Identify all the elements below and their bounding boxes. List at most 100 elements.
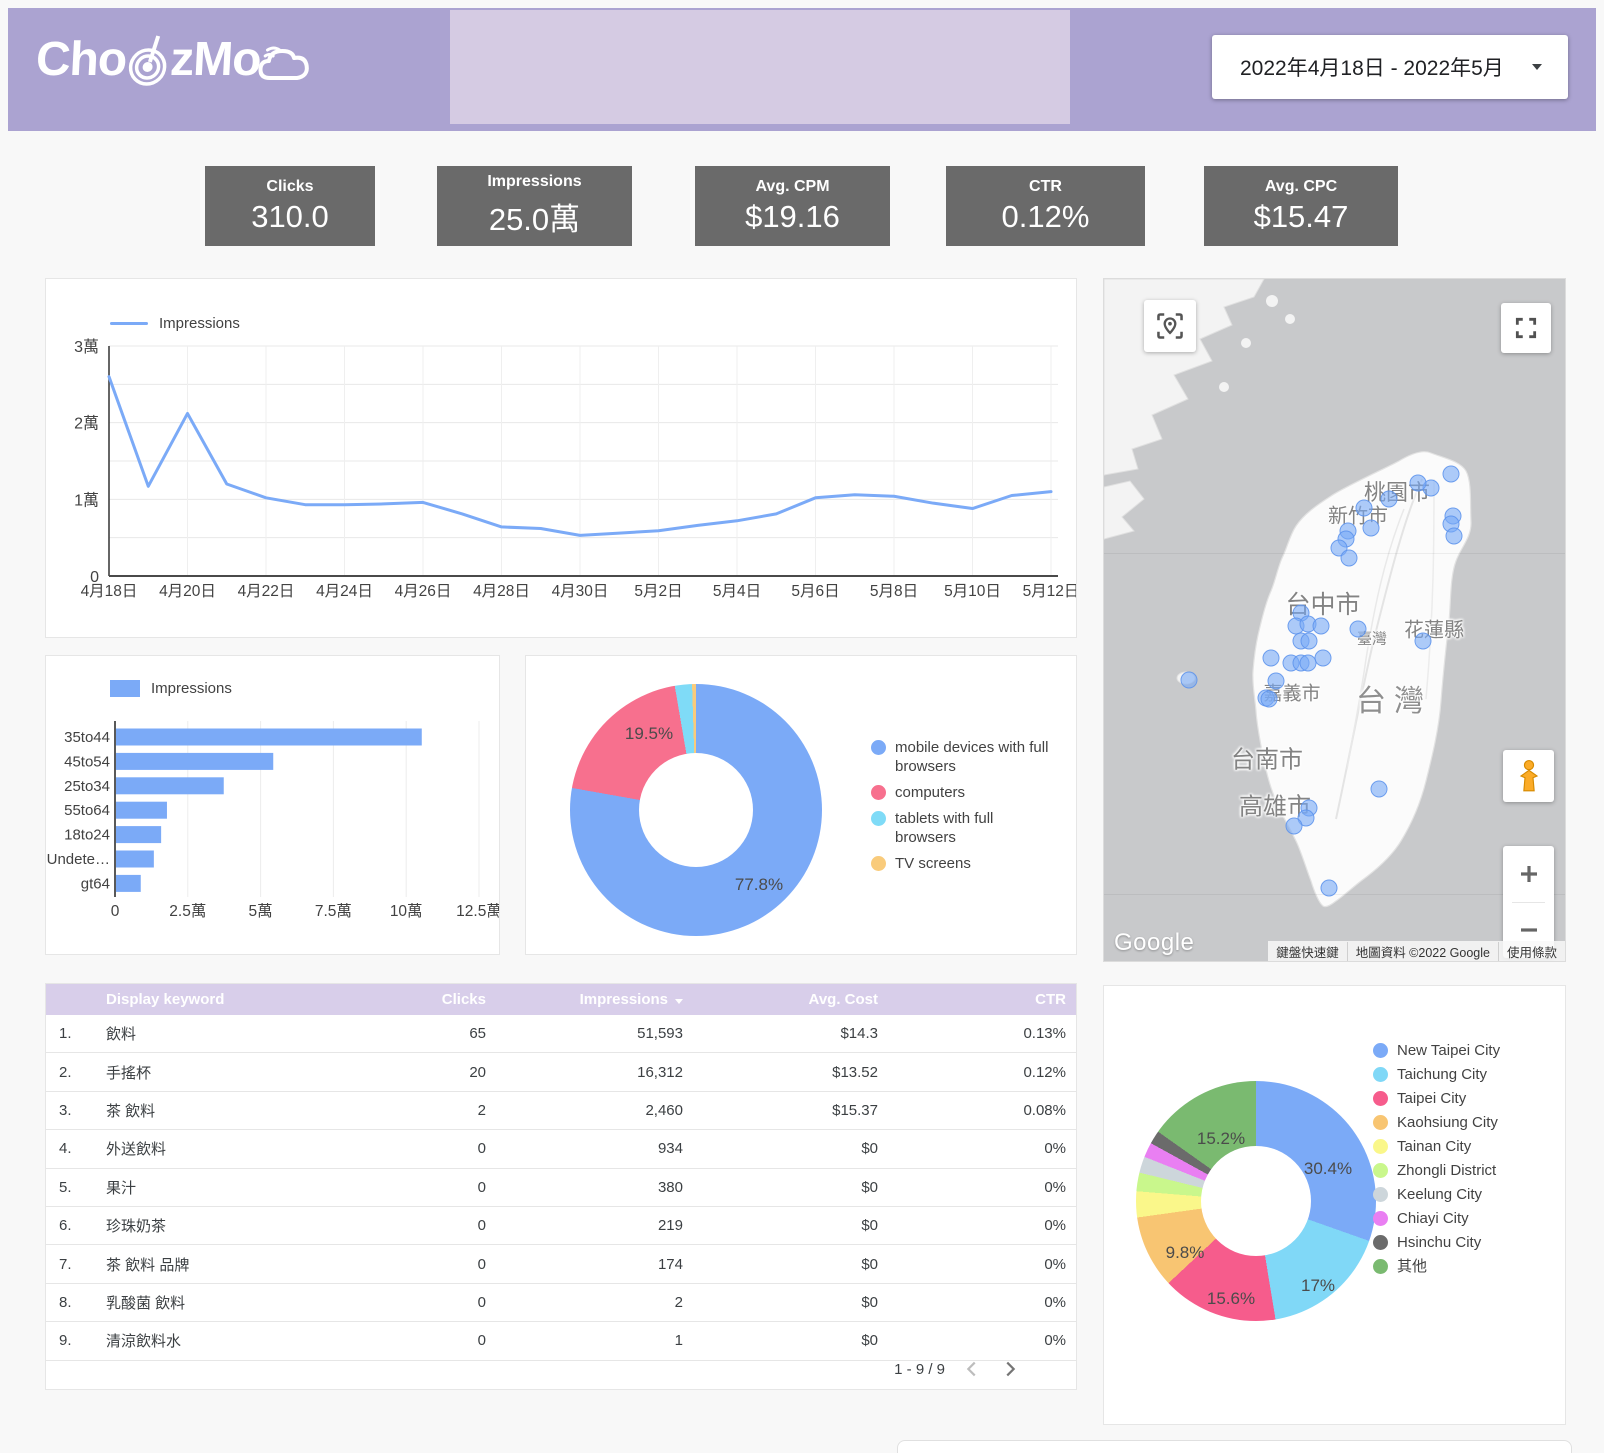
map-marker[interactable] <box>1313 618 1330 635</box>
scorecard-label: Avg. CPM <box>755 178 829 196</box>
donut-pct-label: 9.8% <box>1166 1243 1205 1263</box>
date-range-selector[interactable]: 2022年4月18日 - 2022年5月 <box>1212 35 1568 99</box>
map-marker[interactable] <box>1181 672 1198 689</box>
plus-icon <box>1517 862 1541 886</box>
cell-index: 5. <box>59 1179 106 1196</box>
cell-clicks: 0 <box>416 1179 486 1196</box>
next-page-button[interactable] <box>999 1358 1021 1380</box>
map-fullscreen-button[interactable] <box>1501 303 1551 353</box>
cell-keyword: 珍珠奶茶 <box>106 1215 416 1236</box>
table-row: 1.飲料6551,593$14.30.13% <box>46 1015 1076 1053</box>
map-marker[interactable] <box>1381 491 1398 508</box>
map-marker[interactable] <box>1371 781 1388 798</box>
map-marker[interactable] <box>1415 633 1432 650</box>
pagination-range: 1 - 9 / 9 <box>894 1361 945 1378</box>
map-locate-button[interactable] <box>1144 300 1196 352</box>
cell-avg-cost: $0 <box>683 1294 878 1311</box>
legend-dot-icon <box>871 785 886 800</box>
scorecard-value: 25.0萬 <box>489 194 580 239</box>
cell-keyword: 手搖杯 <box>106 1062 416 1083</box>
map-marker[interactable] <box>1315 650 1332 667</box>
map-terms-link[interactable]: 使用條款 <box>1498 942 1565 961</box>
map-marker[interactable] <box>1443 466 1460 483</box>
svg-text:18to24: 18to24 <box>64 827 110 844</box>
col-impressions-label: Impressions <box>580 991 668 1008</box>
map-marker[interactable] <box>1268 673 1285 690</box>
donut-pct-label: 15.6% <box>1207 1289 1255 1309</box>
map-marker[interactable] <box>1410 475 1427 492</box>
city-donut-chart <box>1136 1081 1376 1321</box>
svg-text:5月6日: 5月6日 <box>791 583 839 600</box>
legend-item: Taichung City <box>1373 1065 1553 1084</box>
col-clicks[interactable]: Clicks <box>416 991 486 1008</box>
svg-text:7.5萬: 7.5萬 <box>315 902 352 920</box>
device-donut-card: mobile devices with full browsers compute… <box>525 655 1077 955</box>
col-ctr[interactable]: CTR <box>878 991 1066 1008</box>
col-avg-cost[interactable]: Avg. Cost <box>683 991 878 1008</box>
col-impressions-sort[interactable]: Impressions <box>486 991 683 1008</box>
scorecard-label: Avg. CPC <box>1265 178 1337 196</box>
logo-target-icon <box>125 34 172 86</box>
map-marker[interactable] <box>1286 818 1303 835</box>
keyword-table-body: 1.飲料6551,593$14.30.13%2.手搖杯2016,312$13.5… <box>46 1015 1076 1361</box>
legend-label: mobile devices with full browsers <box>895 738 1056 776</box>
map-marker[interactable] <box>1446 528 1463 545</box>
cell-avg-cost: $0 <box>683 1332 878 1349</box>
cell-avg-cost: $0 <box>683 1256 878 1273</box>
map-marker[interactable] <box>1341 550 1358 567</box>
svg-text:2萬: 2萬 <box>74 415 99 433</box>
cell-impressions: 51,593 <box>486 1025 683 1042</box>
map-marker[interactable] <box>1261 691 1278 708</box>
cell-keyword: 外送飲料 <box>106 1138 416 1159</box>
cell-keyword: 茶 飲料 <box>106 1100 416 1121</box>
table-row: 5.果汁0380$00% <box>46 1169 1076 1207</box>
impressions-line-chart: 01萬2萬3萬4月18日4月20日4月22日4月24日4月26日4月28日4月3… <box>46 324 1076 624</box>
partial-bottom-card <box>897 1440 1572 1453</box>
table-row: 9.清涼飲料水01$00% <box>46 1322 1076 1360</box>
dropdown-caret-icon <box>1532 64 1542 70</box>
map-pegman-button[interactable] <box>1503 750 1554 802</box>
scorecard-value: $15.47 <box>1254 199 1349 235</box>
donut-pct-label: 19.5% <box>625 724 673 744</box>
cell-avg-cost: $0 <box>683 1140 878 1157</box>
svg-text:4月30日: 4月30日 <box>552 583 609 600</box>
legend-dot-icon <box>1373 1091 1388 1106</box>
legend-dot-icon <box>871 740 886 755</box>
cell-keyword: 乳酸菌 飲料 <box>106 1292 416 1313</box>
map-shortcuts-link[interactable]: 鍵盤快速鍵 <box>1268 942 1347 961</box>
map-marker[interactable] <box>1301 633 1318 650</box>
scorecard-clicks: Clicks 310.0 <box>205 166 375 246</box>
svg-text:4月22日: 4月22日 <box>238 583 295 600</box>
svg-text:5月2日: 5月2日 <box>634 583 682 600</box>
svg-text:0: 0 <box>111 903 120 920</box>
map-marker[interactable] <box>1263 650 1280 667</box>
map-marker[interactable] <box>1363 520 1380 537</box>
bar-chart-legend: Impressions <box>110 680 232 697</box>
geo-map-card[interactable]: 桃園市新竹市台中市花蓮縣臺灣台灣嘉義市台南市高雄市 <box>1103 278 1566 962</box>
scorecard-value: $19.16 <box>745 199 840 235</box>
legend-item: TV screens <box>871 854 1056 873</box>
map-marker[interactable] <box>1321 880 1338 897</box>
table-row: 2.手搖杯2016,312$13.520.12% <box>46 1053 1076 1091</box>
fullscreen-icon <box>1513 315 1539 341</box>
legend-item: Chiayi City <box>1373 1209 1553 1228</box>
svg-text:gt64: gt64 <box>81 875 110 892</box>
map-marker[interactable] <box>1350 621 1367 638</box>
legend-item: computers <box>871 783 1056 802</box>
map-marker[interactable] <box>1300 655 1317 672</box>
cell-ctr: 0% <box>878 1332 1066 1349</box>
age-bar-chart-card: Impressions 02.5萬5萬7.5萬10萬12.5萬35to4445t… <box>45 655 500 955</box>
svg-text:25to34: 25to34 <box>64 778 110 795</box>
cell-ctr: 0% <box>878 1179 1066 1196</box>
donut-hole <box>1201 1146 1311 1256</box>
zoom-in-button[interactable] <box>1503 846 1554 902</box>
cell-impressions: 219 <box>486 1217 683 1234</box>
map-marker[interactable] <box>1356 500 1373 517</box>
cell-index: 6. <box>59 1217 106 1234</box>
cell-keyword: 清涼飲料水 <box>106 1330 416 1351</box>
prev-page-button[interactable] <box>961 1358 983 1380</box>
cell-index: 2. <box>59 1064 106 1081</box>
header-bar: Cho zMo 2022年4月18日 - 2022年5月 <box>8 8 1596 131</box>
cell-clicks: 0 <box>416 1294 486 1311</box>
col-display-keyword[interactable]: Display keyword <box>106 991 416 1008</box>
